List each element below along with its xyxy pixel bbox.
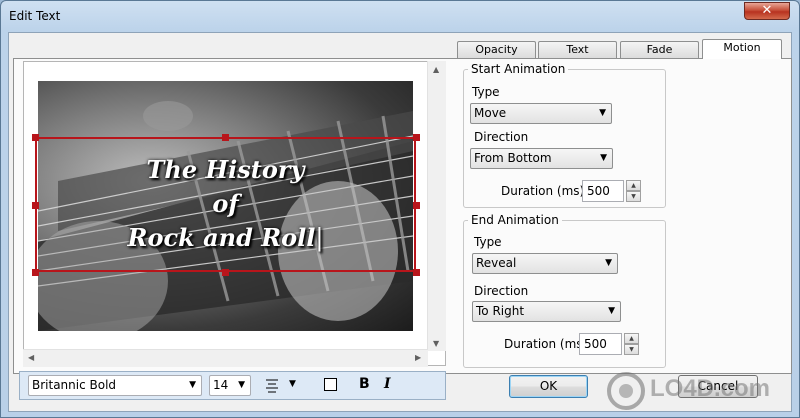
title-bar[interactable]: Edit Text ✕ (1, 1, 799, 31)
start-type-select[interactable]: Move ▼ (470, 103, 612, 124)
ok-label: OK (539, 379, 558, 393)
tab-label: Text (566, 43, 589, 56)
font-size-value: 14 (213, 378, 229, 392)
chevron-down-icon: ▼ (600, 153, 607, 163)
end-type-label: Type (474, 235, 502, 249)
end-duration-label: Duration (ms) (504, 337, 588, 351)
alignment-button[interactable]: ▼ (260, 375, 304, 396)
text-format-toolbar: Britannic Bold ▼ 14 ▼ ▼ B I (19, 371, 446, 400)
overlay-line: The History (146, 155, 305, 184)
start-type-value: Move (474, 106, 507, 120)
edit-text-window: Edit Text ✕ Opacity Text Fade Motion The… (0, 0, 800, 418)
watermark: LO4D.com (606, 369, 796, 413)
spin-down-icon[interactable]: ▼ (624, 344, 639, 355)
end-direction-value: To Right (476, 304, 525, 318)
resize-handle[interactable] (413, 134, 420, 141)
vertical-scrollbar[interactable]: ▲ ▼ (427, 61, 446, 351)
tab-motion[interactable]: Motion (702, 39, 782, 59)
chevron-down-icon: ▼ (605, 258, 612, 268)
overlay-line: Rock and Roll (127, 223, 316, 252)
align-center-icon (266, 379, 278, 393)
chevron-down-icon: ▼ (599, 108, 606, 118)
overlay-line: of (212, 189, 239, 218)
text-cursor: | (315, 224, 324, 252)
end-direction-label: Direction (474, 284, 529, 298)
resize-handle[interactable] (413, 202, 420, 209)
ok-button[interactable]: OK (509, 375, 588, 398)
chevron-down-icon: ▼ (238, 380, 245, 390)
start-duration-input[interactable]: 500 (582, 180, 624, 202)
close-button[interactable]: ✕ (744, 2, 790, 20)
text-color-swatch[interactable] (324, 378, 337, 391)
start-duration-label: Duration (ms) (501, 184, 585, 198)
watermark-logo-icon (607, 372, 645, 410)
resize-handle[interactable] (32, 269, 39, 276)
start-direction-select[interactable]: From Bottom ▼ (470, 148, 613, 169)
tab-label: Motion (723, 41, 761, 54)
spin-down-icon[interactable]: ▼ (626, 191, 641, 202)
spin-up-icon[interactable]: ▲ (624, 333, 639, 344)
spin-up-icon[interactable]: ▲ (626, 180, 641, 191)
watermark-text: LO4D.com (650, 375, 771, 402)
italic-button[interactable]: I (384, 376, 391, 392)
scroll-down-icon[interactable]: ▼ (433, 339, 439, 348)
chevron-down-icon: ▼ (189, 380, 196, 390)
overlay-text[interactable]: The History of Rock and Roll| (38, 153, 413, 255)
window-title: Edit Text (9, 9, 61, 23)
font-family-select[interactable]: Britannic Bold ▼ (28, 375, 202, 396)
end-type-select[interactable]: Reveal ▼ (472, 253, 618, 274)
chevron-down-icon: ▼ (289, 379, 296, 389)
start-duration-stepper[interactable]: 500 ▲ ▼ (582, 180, 642, 202)
start-direction-value: From Bottom (474, 151, 552, 165)
tab-label: Opacity (475, 43, 518, 56)
horizontal-scrollbar[interactable]: ◀ ▶ (23, 349, 428, 367)
end-animation-legend: End Animation (468, 213, 562, 227)
end-duration-stepper[interactable]: 500 ▲ ▼ (579, 333, 641, 355)
scroll-left-icon[interactable]: ◀ (28, 353, 34, 362)
resize-handle[interactable] (32, 134, 39, 141)
end-duration-input[interactable]: 500 (579, 333, 622, 355)
close-icon: ✕ (761, 3, 773, 18)
start-type-label: Type (472, 85, 500, 99)
tab-opacity[interactable]: Opacity (457, 41, 536, 58)
bold-button[interactable]: B (359, 376, 370, 392)
font-family-value: Britannic Bold (32, 378, 117, 392)
start-direction-label: Direction (474, 130, 529, 144)
font-size-select[interactable]: 14 ▼ (209, 375, 251, 396)
scroll-up-icon[interactable]: ▲ (433, 65, 439, 74)
tab-fade[interactable]: Fade (620, 41, 699, 58)
tab-label: Fade (646, 43, 673, 56)
resize-handle[interactable] (222, 134, 229, 141)
start-animation-legend: Start Animation (468, 62, 569, 76)
chevron-down-icon: ▼ (608, 306, 615, 316)
tab-text[interactable]: Text (538, 41, 617, 58)
resize-handle[interactable] (413, 269, 420, 276)
end-direction-select[interactable]: To Right ▼ (472, 301, 621, 322)
end-type-value: Reveal (476, 256, 517, 270)
scroll-right-icon[interactable]: ▶ (415, 353, 421, 362)
resize-handle[interactable] (222, 269, 229, 276)
